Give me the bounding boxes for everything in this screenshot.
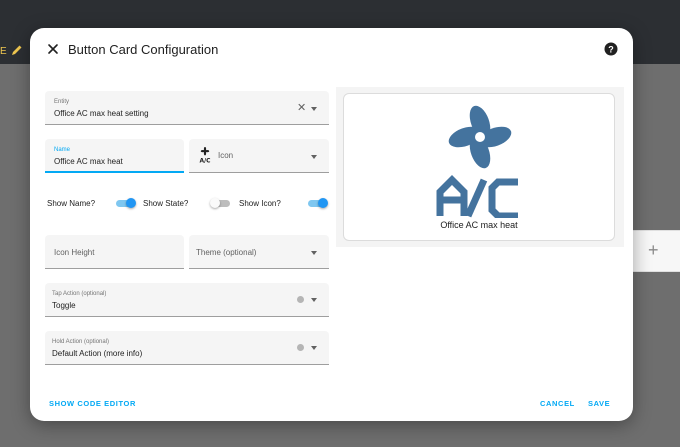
button-card-preview[interactable]: Office AC max heat: [343, 93, 615, 241]
app-edge-label: E: [0, 46, 7, 57]
clear-icon[interactable]: ✕: [297, 103, 306, 114]
show-state-toggle[interactable]: [210, 197, 232, 209]
show-state-label: Show State?: [143, 199, 189, 208]
icon-height-placeholder: Icon Height: [54, 248, 95, 257]
chevron-down-icon[interactable]: [311, 298, 317, 302]
tap-action-select[interactable]: Tap Action (optional) Toggle: [45, 283, 329, 317]
show-name-label: Show Name?: [47, 199, 96, 208]
theme-select[interactable]: Theme (optional): [189, 235, 329, 269]
show-icon-toggle[interactable]: [306, 197, 328, 209]
chevron-down-icon[interactable]: [311, 251, 317, 255]
name-label: Name: [54, 147, 71, 153]
name-field[interactable]: Name Office AC max heat: [45, 139, 184, 173]
tap-action-value: Toggle: [52, 301, 76, 310]
icon-picker[interactable]: A/C Icon: [189, 139, 329, 173]
show-icon-label: Show Icon?: [239, 199, 281, 208]
icon-placeholder: Icon: [218, 151, 234, 160]
svg-text:A/C: A/C: [199, 158, 210, 163]
help-icon[interactable]: ?: [604, 42, 618, 56]
air-conditioner-icon: [436, 105, 518, 218]
add-icon[interactable]: +: [648, 240, 659, 261]
svg-text:?: ?: [608, 44, 614, 54]
save-button[interactable]: SAVE: [588, 399, 610, 408]
air-conditioner-icon: A/C: [199, 147, 211, 163]
close-icon[interactable]: [44, 40, 62, 58]
name-value: Office AC max heat: [54, 157, 123, 166]
button-card-config-dialog: Button Card Configuration ? Entity Offic…: [30, 28, 633, 421]
preview-card-name: Office AC max heat: [440, 220, 518, 230]
info-icon[interactable]: [297, 344, 304, 351]
icon-height-field[interactable]: Icon Height: [45, 235, 184, 269]
hold-action-value: Default Action (more info): [52, 349, 143, 358]
cancel-button[interactable]: CANCEL: [540, 399, 575, 408]
entity-label: Entity: [54, 99, 70, 105]
dialog-title: Button Card Configuration: [68, 42, 219, 57]
entity-value: Office AC max heat setting: [54, 109, 149, 118]
chevron-down-icon[interactable]: [311, 107, 317, 111]
hold-action-select[interactable]: Hold Action (optional) Default Action (m…: [45, 331, 329, 365]
theme-placeholder: Theme (optional): [196, 248, 257, 257]
hold-action-label: Hold Action (optional): [52, 339, 110, 345]
entity-picker[interactable]: Entity Office AC max heat setting ✕: [45, 91, 329, 125]
chevron-down-icon[interactable]: [311, 155, 317, 159]
tap-action-label: Tap Action (optional): [52, 291, 107, 297]
show-name-toggle[interactable]: [114, 197, 136, 209]
show-code-editor-button[interactable]: SHOW CODE EDITOR: [49, 399, 136, 408]
card-preview-area: Office AC max heat: [336, 87, 624, 247]
info-icon[interactable]: [297, 296, 304, 303]
pencil-icon[interactable]: [10, 43, 24, 57]
chevron-down-icon[interactable]: [311, 346, 317, 350]
